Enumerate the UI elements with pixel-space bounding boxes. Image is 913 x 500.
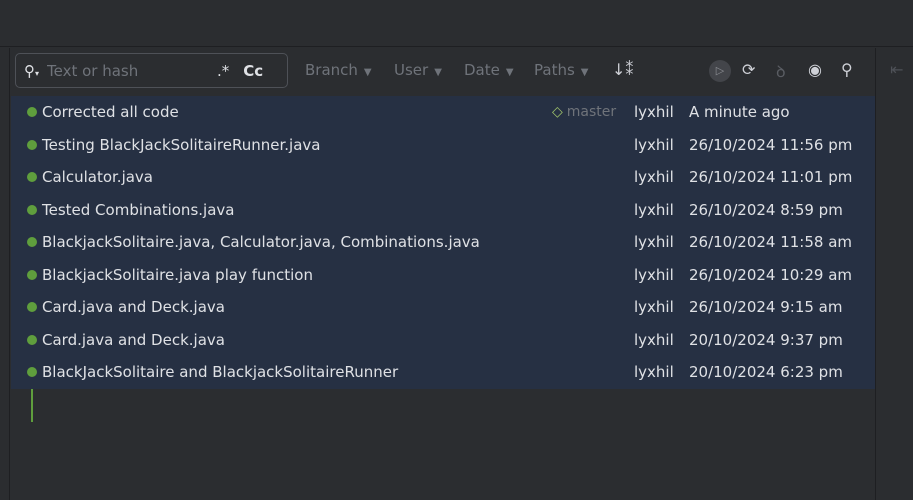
details-panel: ⇤ (875, 48, 913, 500)
commit-node-icon (27, 334, 37, 345)
chevron-down-icon: ▼ (505, 67, 514, 78)
commit-row[interactable]: BlackjackSolitaire.java, Calculator.java… (11, 226, 875, 259)
user-filter[interactable]: User ▼ (394, 61, 442, 79)
paths-filter[interactable]: Paths ▼ (534, 61, 588, 79)
commit-date: 20/10/2024 9:37 pm (689, 330, 843, 349)
filter-label: User (394, 61, 429, 79)
commit-message: BlackjackSolitaire.java play function (42, 265, 313, 284)
commit-message: Card.java and Deck.java (42, 298, 225, 317)
commit-row[interactable]: Testing BlackJackSolitaireRunner.java lyx… (11, 128, 875, 161)
cherry-pick-icon[interactable]: ꝺ (776, 60, 786, 82)
commit-author: lyxhil (634, 363, 674, 382)
search-box[interactable]: ⚲▾ .* Cc (15, 53, 288, 88)
commit-row[interactable]: BlackJackSolitaire and BlackjackSolitair… (11, 356, 875, 389)
commit-message: BlackjackSolitaire.java, Calculator.java… (42, 233, 480, 252)
commit-row[interactable]: Card.java and Deck.java lyxhil 26/10/2024 … (11, 291, 875, 324)
commit-author: lyxhil (634, 135, 674, 154)
commit-message: BlackJackSolitaire and BlackjackSolitair… (42, 363, 399, 382)
commit-author: lyxhil (634, 298, 674, 317)
commit-row[interactable]: Corrected all code ◇ master lyxhil A minute … (11, 96, 875, 129)
commit-date: 26/10/2024 11:56 pm (689, 135, 853, 154)
search-icon[interactable]: ⚲ (841, 60, 853, 79)
chevron-down-icon: ▼ (434, 67, 442, 78)
filter-label: Paths (534, 61, 575, 79)
filter-label: Date (464, 61, 500, 79)
commit-author: lyxhil (634, 265, 674, 284)
title-bar (0, 0, 913, 47)
git-log-panel: ⚲▾ .* Cc Branch ▼ User ▼ Date ▼ Paths ▼ ↓⁑ ▷… (11, 48, 875, 500)
chevron-down-icon: ▼ (580, 67, 589, 78)
commit-message: Card.java and Deck.java (42, 330, 225, 349)
commit-row[interactable]: BlackjackSolitaire.java play function lyx… (11, 258, 875, 291)
tag-label: master (566, 104, 617, 121)
commit-author: lyxhil (634, 103, 674, 122)
commit-date: 26/10/2024 11:01 pm (689, 168, 853, 187)
commit-node-icon (27, 269, 37, 280)
commit-date: 26/10/2024 8:59 pm (689, 200, 843, 219)
search-input[interactable] (47, 61, 208, 80)
sort-icon[interactable]: ↓⁑ (612, 60, 633, 79)
commit-list: Corrected all code ◇ master lyxhil A minute … (11, 96, 875, 422)
filter-label: Branch (305, 61, 358, 79)
commit-node-icon (27, 139, 37, 150)
commit-author: lyxhil (634, 233, 674, 252)
left-gutter (0, 48, 10, 500)
commit-node-icon (27, 204, 37, 215)
collapse-arrows-icon[interactable]: ⇤ (890, 60, 903, 79)
commit-author: lyxhil (634, 168, 674, 187)
eye-icon[interactable]: ◉ (808, 60, 822, 79)
commit-message: Corrected all code (42, 103, 179, 122)
branch-filter[interactable]: Branch ▼ (305, 61, 372, 79)
commit-date: 26/10/2024 10:29 am (689, 265, 853, 284)
commit-date: A minute ago (689, 103, 790, 122)
branch-tag: ◇ master (552, 104, 616, 120)
chevron-down-icon: ▼ (363, 67, 372, 78)
commit-row[interactable]: Card.java and Deck.java lyxhil 20/10/2024 … (11, 323, 875, 356)
commit-message: Tested Combinations.java (42, 200, 235, 219)
commit-node-icon (27, 107, 37, 117)
commit-author: lyxhil (634, 200, 674, 219)
commit-node-icon (27, 237, 37, 247)
tag-icon: ◇ (552, 104, 563, 121)
commit-row[interactable]: Calculator.java lyxhil 26/10/2024 11:01 pm (11, 161, 875, 194)
commit-author: lyxhil (634, 330, 674, 349)
search-icon[interactable]: ⚲▾ (24, 62, 39, 80)
commit-node-icon (27, 367, 37, 377)
commit-message: Calculator.java (42, 168, 153, 187)
commit-message: Testing BlackJackSolitaireRunner.java (42, 135, 321, 154)
match-case-toggle[interactable]: Cc (243, 62, 263, 80)
commit-row[interactable]: Tested Combinations.java lyxhil 26/10/2024… (11, 193, 875, 226)
commit-date: 20/10/2024 6:23 pm (689, 363, 843, 382)
commit-date: 26/10/2024 11:58 am (689, 233, 853, 252)
date-filter[interactable]: Date ▼ (464, 61, 514, 79)
commit-node-icon (27, 172, 37, 182)
commit-date: 26/10/2024 9:15 am (689, 298, 843, 317)
commit-node-icon (27, 302, 37, 312)
cherry-pick-play-icon[interactable]: ▷ (709, 60, 731, 82)
regex-toggle[interactable]: .* (217, 62, 229, 80)
refresh-icon[interactable]: ⟳ (742, 60, 755, 79)
